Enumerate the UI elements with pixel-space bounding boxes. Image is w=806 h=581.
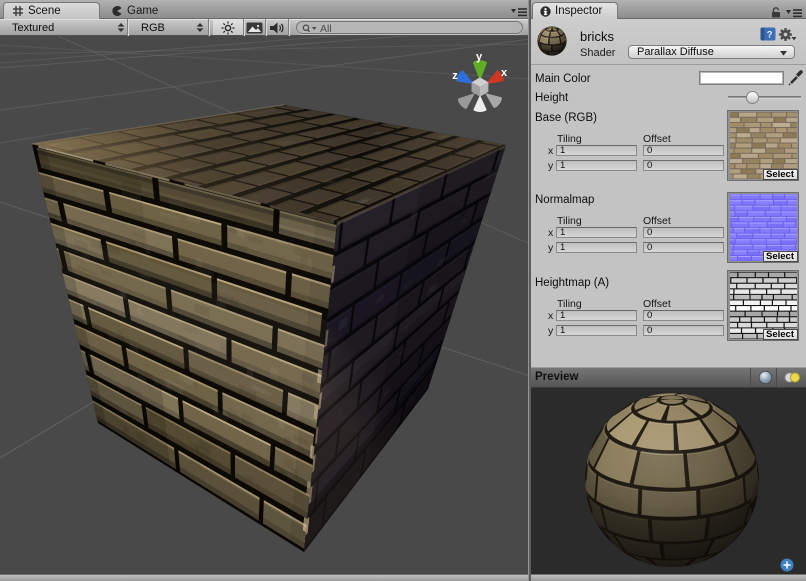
svg-text:?: ? bbox=[767, 30, 773, 41]
svg-text:y: y bbox=[476, 51, 483, 63]
svg-text:z: z bbox=[452, 70, 458, 82]
svg-text:x: x bbox=[501, 67, 508, 79]
